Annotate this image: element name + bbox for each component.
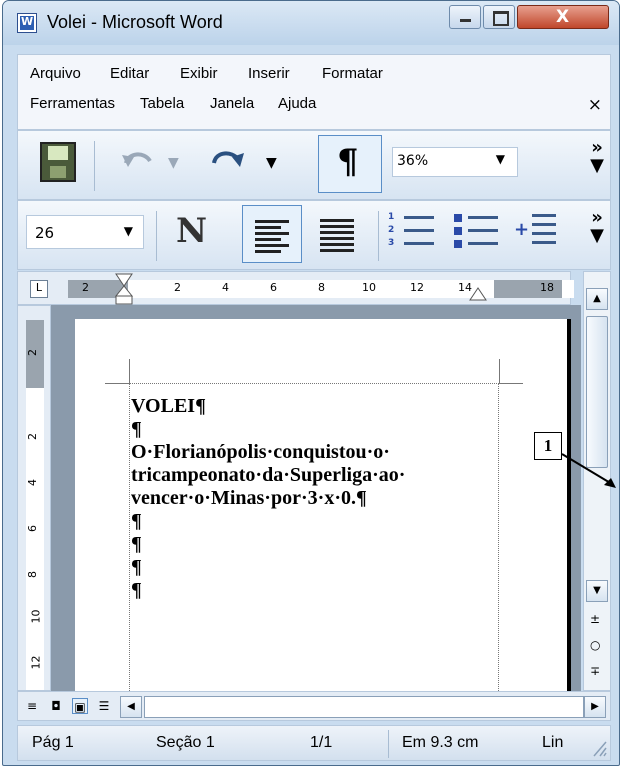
next-page-icon[interactable]: ∓: [590, 664, 600, 678]
minimize-button[interactable]: [449, 5, 481, 29]
align-justify-icon[interactable]: [308, 205, 368, 263]
ruler-number: 2: [174, 281, 181, 294]
menu-formatar[interactable]: Formatar: [322, 65, 383, 82]
status-line: Lin: [542, 734, 564, 751]
scroll-down-button[interactable]: ▼: [586, 580, 608, 602]
annotation-callout: 1: [534, 432, 562, 460]
menu-inserir[interactable]: Inserir: [248, 65, 290, 82]
window-title: Volei - Microsoft Word: [47, 12, 223, 32]
resize-grip-icon[interactable]: [592, 740, 608, 758]
status-pages: 1/1: [310, 734, 333, 751]
standard-toolbar: ▼ ▼ ¶ 36% ▼ » ▼: [17, 130, 611, 200]
toolbar-separator: [94, 141, 95, 191]
menu-ajuda[interactable]: Ajuda: [278, 95, 316, 112]
zoom-value: 36%: [397, 153, 429, 169]
ruler-number: 4: [222, 281, 229, 294]
toolbar-separator: [378, 211, 379, 261]
doc-line: ¶: [131, 533, 142, 555]
status-divider: [388, 730, 389, 758]
ruler-number: 10: [362, 281, 376, 294]
menu-janela[interactable]: Janela: [210, 95, 254, 112]
close-window-button[interactable]: X: [517, 5, 609, 29]
annotation-arrow-icon: [561, 453, 616, 488]
ruler-number: 4: [26, 479, 39, 486]
redo-dropdown-icon[interactable]: ▼: [266, 155, 277, 171]
zoom-select[interactable]: 36% ▼: [392, 147, 518, 177]
doc-line: vencer·o·Minas·por·3·x·0.¶: [131, 487, 367, 509]
scroll-left-button[interactable]: ◀: [120, 696, 142, 718]
word-app-icon[interactable]: W: [17, 13, 37, 33]
toolbar-options-icon[interactable]: » ▼: [590, 139, 604, 175]
outline-view-icon[interactable]: ☰: [96, 698, 112, 714]
vertical-scroll-thumb[interactable]: [586, 316, 608, 468]
normal-view-icon[interactable]: ≡: [24, 698, 40, 714]
ruler-number: 10: [29, 609, 43, 624]
ruler-number: 18: [540, 281, 554, 294]
horizontal-scroll-track[interactable]: [144, 696, 584, 718]
numbered-list-icon[interactable]: 123: [388, 211, 436, 255]
document-text[interactable]: VOLEI¶ ¶ O·Florianópolis·conquistou·o· t…: [131, 395, 503, 602]
menu-ferramentas[interactable]: Ferramentas: [30, 95, 115, 112]
previous-page-icon[interactable]: ±: [590, 612, 600, 626]
ruler-number: 12: [410, 281, 424, 294]
doc-line: VOLEI¶: [131, 395, 206, 417]
tab-selector[interactable]: L: [30, 280, 48, 298]
ruler-number: 2: [26, 349, 39, 356]
align-left-icon[interactable]: [242, 205, 302, 263]
ruler-number: 14: [458, 281, 472, 294]
pilcrow-icon: ¶: [337, 142, 359, 182]
zoom-dropdown-icon[interactable]: ▼: [496, 152, 505, 166]
undo-dropdown-icon[interactable]: ▼: [168, 155, 179, 171]
doc-line: tricampeonato·da·Superliga·ao·: [131, 464, 406, 486]
menu-exibir[interactable]: Exibir: [180, 65, 218, 82]
document-page[interactable]: VOLEI¶ ¶ O·Florianópolis·conquistou·o· t…: [75, 319, 571, 703]
scroll-right-button[interactable]: ▶: [584, 696, 606, 718]
doc-line: ¶: [131, 579, 142, 601]
increase-indent-icon[interactable]: +: [514, 211, 558, 255]
bold-button[interactable]: N: [176, 211, 207, 251]
status-page: Pág 1: [32, 734, 74, 751]
title-bar[interactable]: W Volei - Microsoft Word X: [3, 1, 619, 45]
doc-line: O·Florianópolis·conquistou·o·: [131, 441, 390, 463]
status-position: Em 9.3 cm: [402, 734, 479, 751]
status-section: Seção 1: [156, 734, 215, 751]
scroll-up-button[interactable]: ▲: [586, 288, 608, 310]
word-window: W Volei - Microsoft Word X Arquivo Edita…: [2, 0, 620, 766]
font-size-select[interactable]: 26 ▼: [26, 215, 144, 249]
web-layout-view-icon[interactable]: ◘: [48, 698, 64, 714]
ruler-number: 6: [270, 281, 277, 294]
vertical-ruler[interactable]: 2 2 4 6 8 10 12: [17, 305, 51, 691]
horizontal-ruler[interactable]: L 2 2 4 6 8 10 12 14 18: [17, 271, 574, 306]
font-size-value: 26: [35, 224, 55, 242]
ruler-number: 12: [29, 655, 43, 670]
font-size-dropdown-icon[interactable]: ▼: [124, 224, 133, 238]
ruler-number: 8: [26, 571, 39, 578]
menu-tabela[interactable]: Tabela: [140, 95, 184, 112]
redo-icon[interactable]: [208, 145, 248, 175]
ruler-number: 2: [26, 433, 39, 440]
horizontal-scrollbar: ≡ ◘ ▣ ☰ ◀ ▶: [17, 691, 611, 721]
maximize-button[interactable]: [483, 5, 515, 29]
menu-editar[interactable]: Editar: [110, 65, 149, 82]
ruler-number: 6: [26, 525, 39, 532]
menu-arquivo[interactable]: Arquivo: [30, 65, 81, 82]
save-icon[interactable]: [40, 142, 76, 182]
ruler-number: 8: [318, 281, 325, 294]
undo-icon[interactable]: [118, 145, 158, 175]
close-document-icon[interactable]: ×: [588, 95, 602, 115]
doc-line: ¶: [131, 418, 142, 440]
bulleted-list-icon[interactable]: [452, 211, 500, 255]
indent-marker-icon[interactable]: [114, 272, 134, 306]
toolbar-separator: [156, 211, 157, 261]
show-hide-formatting-button[interactable]: ¶: [318, 135, 382, 193]
print-layout-view-icon[interactable]: ▣: [72, 698, 88, 714]
status-bar: Pág 1 Seção 1 1/1 Em 9.3 cm Lin: [17, 725, 611, 761]
ruler-number: 2: [82, 281, 89, 294]
doc-line: ¶: [131, 510, 142, 532]
toolbar-options-icon[interactable]: » ▼: [590, 209, 604, 245]
select-browse-object-icon[interactable]: ○: [590, 638, 600, 652]
doc-line: ¶: [131, 556, 142, 578]
menu-bar: Arquivo Editar Exibir Inserir Formatar F…: [17, 54, 611, 130]
formatting-toolbar: 26 ▼ N 123 + » ▼: [17, 200, 611, 270]
